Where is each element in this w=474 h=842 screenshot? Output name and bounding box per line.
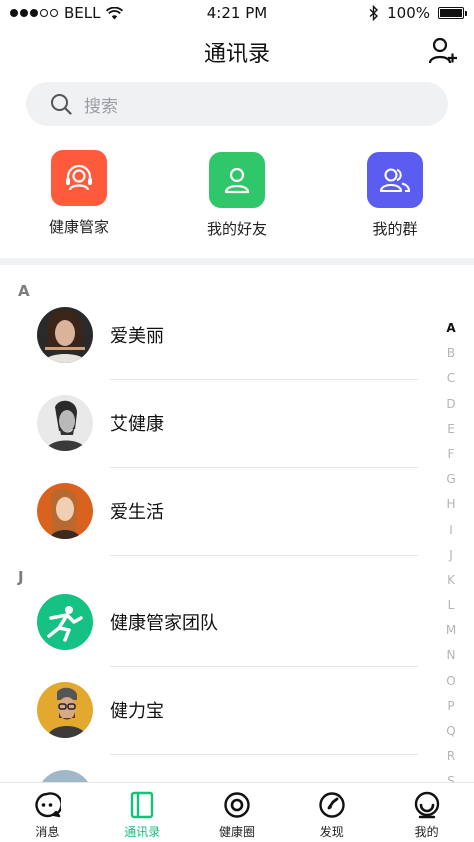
row-divider xyxy=(110,555,418,556)
index-letter-a[interactable]: A xyxy=(446,316,455,341)
index-letter-g[interactable]: G xyxy=(446,467,455,492)
avatar xyxy=(37,770,93,782)
contact-name: 爱美丽 xyxy=(110,326,164,347)
tab-label: 发现 xyxy=(319,825,344,839)
tab-profile[interactable]: 我的 xyxy=(379,783,474,842)
bluetooth-icon xyxy=(369,5,379,21)
page-title: 通讯录 xyxy=(203,42,270,67)
message-icon xyxy=(35,792,62,818)
contact-row[interactable]: 健力宝 xyxy=(0,667,474,755)
index-letter-p[interactable]: P xyxy=(447,694,454,719)
contact-name: 健康管家团队 xyxy=(110,613,218,634)
quick-entry-my-friends[interactable]: 我的好友 xyxy=(177,152,297,239)
contact-row[interactable]: 艾健康 xyxy=(0,380,474,468)
tab-label: 健康圈 xyxy=(218,825,255,839)
tab-label: 通讯录 xyxy=(124,825,161,839)
section-divider xyxy=(0,258,474,265)
tab-bar: 消息 通讯录 健康圈 发现 我的 xyxy=(0,782,474,842)
index-letter-k[interactable]: K xyxy=(447,568,455,593)
battery-icon xyxy=(438,7,467,19)
index-letter-f[interactable]: F xyxy=(448,442,455,467)
status-right: 100% xyxy=(369,4,467,22)
avatar xyxy=(37,682,93,738)
add-contact-icon[interactable] xyxy=(428,36,458,66)
quick-entry-label: 我的好友 xyxy=(206,220,267,238)
avatar xyxy=(37,483,93,539)
headset-icon xyxy=(51,150,107,206)
tab-label: 消息 xyxy=(35,825,60,839)
health-circle-icon xyxy=(224,792,250,818)
user-icon xyxy=(209,152,265,208)
quick-entry-label: 我的群 xyxy=(372,220,418,238)
tab-contacts[interactable]: 通讯录 xyxy=(95,783,190,842)
quick-entry-label: 健康管家 xyxy=(48,218,109,236)
group-icon xyxy=(367,152,423,208)
quick-entry-my-groups[interactable]: 我的群 xyxy=(335,152,455,239)
avatar xyxy=(37,594,93,650)
contact-row[interactable]: 爱美丽 xyxy=(0,292,474,380)
index-letter-i[interactable]: I xyxy=(449,518,453,543)
index-letter-e[interactable]: E xyxy=(447,417,455,442)
index-letter-c[interactable]: C xyxy=(447,366,455,391)
index-letter-j[interactable]: J xyxy=(449,543,453,568)
index-letter-o[interactable]: O xyxy=(446,669,455,694)
contacts-icon xyxy=(130,791,154,819)
tab-health-circle[interactable]: 健康圈 xyxy=(190,783,285,842)
contact-list[interactable]: A 爱美丽 艾健康 爱生活 J 健康管家团队 健力宝 xyxy=(0,265,474,782)
index-letter-m[interactable]: M xyxy=(446,618,456,643)
contact-row[interactable]: 健康管家团队 xyxy=(0,579,474,667)
index-letter-q[interactable]: Q xyxy=(446,719,455,744)
compass-icon xyxy=(319,792,345,818)
battery-percent: 100% xyxy=(387,4,430,22)
nav-bar: 通讯录 xyxy=(0,26,474,78)
contact-name: 艾健康 xyxy=(110,414,164,435)
index-letter-h[interactable]: H xyxy=(446,492,455,517)
contact-name: 爱生活 xyxy=(110,502,164,523)
alphabet-index[interactable]: ABCDEFGHIJKLMNOPQRS xyxy=(444,316,458,795)
index-letter-d[interactable]: D xyxy=(446,392,455,417)
contact-row[interactable] xyxy=(0,755,474,782)
contact-row[interactable]: 爱生活 xyxy=(0,468,474,556)
tab-messages[interactable]: 消息 xyxy=(0,783,95,842)
contact-name: 健力宝 xyxy=(110,701,164,722)
profile-icon xyxy=(414,791,439,819)
avatar xyxy=(37,395,93,451)
index-letter-n[interactable]: N xyxy=(447,643,456,668)
tab-discover[interactable]: 发现 xyxy=(284,783,379,842)
status-bar: BELL 4:21 PM 100% xyxy=(0,0,474,26)
search-bar[interactable]: 搜索 xyxy=(26,82,448,126)
quick-entries: 健康管家 我的好友 我的群 xyxy=(0,150,474,250)
tab-label: 我的 xyxy=(414,825,439,839)
index-letter-l[interactable]: L xyxy=(448,593,455,618)
index-letter-b[interactable]: B xyxy=(447,341,455,366)
quick-entry-health-butler[interactable]: 健康管家 xyxy=(19,150,139,237)
search-placeholder: 搜索 xyxy=(84,96,118,117)
avatar xyxy=(37,307,93,363)
index-letter-r[interactable]: R xyxy=(447,744,455,769)
search-icon xyxy=(51,94,72,115)
